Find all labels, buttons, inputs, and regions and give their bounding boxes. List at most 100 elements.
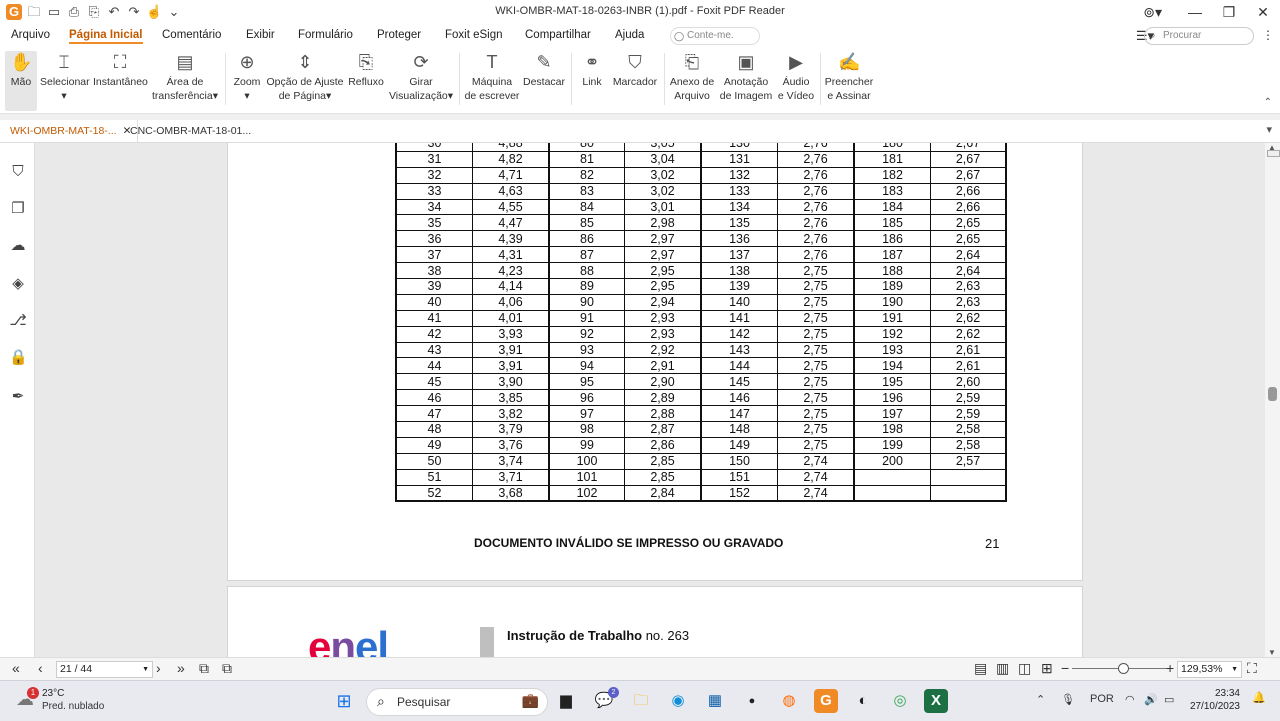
weather-widget[interactable]: ☁ 1 23°C Pred. nublado: [16, 687, 136, 715]
previous-view-icon[interactable]: ⧉: [199, 660, 209, 677]
attachments-panel-icon[interactable]: ⎇: [9, 312, 27, 330]
zoom-button[interactable]: ⊕ Zoom ▾: [231, 51, 263, 111]
highlight-button[interactable]: ✎ Destacar: [523, 51, 565, 111]
bookmarks-panel-icon[interactable]: ⛉: [9, 163, 27, 181]
foxit-logo-icon[interactable]: G: [6, 4, 22, 20]
taskbar-search[interactable]: ⌕ Pesquisar 💼: [366, 688, 548, 716]
menu-ajuda[interactable]: Ajuda: [615, 29, 644, 41]
zoom-out-icon[interactable]: −: [1061, 660, 1069, 676]
next-page-icon[interactable]: ›: [156, 660, 161, 676]
zoom-level-input[interactable]: 129,53% ▼: [1177, 661, 1242, 678]
menu-exibir[interactable]: Exibir: [246, 29, 275, 41]
save-icon[interactable]: ▭: [46, 4, 62, 20]
scroll-thumb[interactable]: [1268, 387, 1277, 401]
firefox-icon[interactable]: ◍: [777, 689, 801, 713]
tab-cnc-document[interactable]: CNC-OMBR-MAT-18-01...: [124, 120, 257, 142]
comments-panel-icon[interactable]: ☁: [9, 237, 27, 255]
last-page-icon[interactable]: »: [177, 660, 185, 676]
rotate-label-2: Visualização▾: [388, 90, 454, 102]
battery-icon[interactable]: ▭: [1164, 693, 1174, 706]
hand-tool-button[interactable]: ✋ Mão: [5, 51, 37, 111]
foxit-app-icon[interactable]: G: [814, 689, 838, 713]
more-options-icon[interactable]: ⋮: [1262, 28, 1274, 42]
tab-wki-document[interactable]: WKI-OMBR-MAT-18-... ✕: [4, 120, 139, 142]
continuous-page-icon[interactable]: ▥: [996, 660, 1009, 677]
menu-formulario[interactable]: Formulário: [298, 29, 353, 41]
select-button[interactable]: ⌶ Selecionar ▾: [40, 51, 90, 111]
microphone-icon[interactable]: 🎙: [1061, 693, 1075, 706]
fullscreen-icon[interactable]: ⛶: [1247, 660, 1257, 677]
wifi-icon[interactable]: ◠: [1125, 693, 1135, 706]
edge-icon[interactable]: ◉: [666, 689, 690, 713]
pages-panel-icon[interactable]: ❐: [9, 200, 27, 218]
open-icon[interactable]: 🗀: [26, 4, 42, 20]
rotate-view-button[interactable]: ⟳ Girar Visualização▾: [388, 51, 454, 111]
fill-sign-button[interactable]: ✍ Preencher e Assinar: [824, 51, 874, 111]
volume-icon[interactable]: 🔊: [1144, 693, 1158, 706]
first-page-icon[interactable]: «: [12, 660, 20, 676]
new-icon[interactable]: ⎘: [86, 4, 102, 20]
zoom-slider-knob[interactable]: [1118, 663, 1129, 674]
menu-comentario[interactable]: Comentário: [162, 29, 221, 41]
snapshot-button[interactable]: ⛶ Instantâneo: [93, 51, 148, 111]
signature-panel-icon[interactable]: ✒: [9, 388, 27, 406]
bookmark-button[interactable]: ⛉ Marcador: [611, 51, 659, 111]
continuous-facing-icon[interactable]: ⊞: [1041, 660, 1053, 677]
redo-icon[interactable]: ↷: [126, 4, 142, 20]
menu-compartilhar[interactable]: Compartilhar: [525, 29, 591, 41]
collapse-ribbon-icon[interactable]: ⌃: [1264, 97, 1272, 108]
link-button[interactable]: ⚭ Link: [577, 51, 607, 111]
ribbon-separator: [664, 53, 665, 105]
zoom-in-icon[interactable]: +: [1166, 660, 1174, 676]
excel-icon[interactable]: X: [924, 689, 948, 713]
zoom-slider[interactable]: [1072, 663, 1168, 674]
undo-icon[interactable]: ↶: [106, 4, 122, 20]
image-annotation-button[interactable]: ▣ Anotação de Imagem: [719, 51, 773, 111]
menu-pagina-inicial[interactable]: Página Inicial: [69, 29, 143, 44]
next-view-icon[interactable]: ⧉: [222, 660, 232, 677]
clipboard-button[interactable]: ▤ Área de transferência▾: [152, 51, 218, 111]
layers-panel-icon[interactable]: ◈: [9, 275, 27, 293]
show-hidden-icons[interactable]: ⌃: [1036, 693, 1045, 706]
minimize-icon[interactable]: —: [1178, 0, 1212, 25]
notifications-icon[interactable]: 🔔: [1252, 691, 1266, 704]
table-cell: 2,75: [777, 421, 855, 438]
tab-list-icon[interactable]: ▾: [1266, 123, 1272, 136]
search-input[interactable]: Procurar: [1144, 27, 1254, 45]
chrome-icon[interactable]: ◎: [888, 689, 912, 713]
obs-icon[interactable]: ◐: [851, 689, 875, 713]
task-view-icon[interactable]: ▆: [554, 689, 578, 713]
customize-icon[interactable]: ⌄: [166, 4, 182, 20]
file-explorer-icon[interactable]: 🗀: [629, 689, 653, 713]
language-indicator[interactable]: POR: [1090, 693, 1114, 705]
file-attachment-button[interactable]: ⎗ Anexo de Arquivo: [668, 51, 716, 111]
hand-tool-icon[interactable]: ☝: [146, 4, 162, 20]
restore-icon[interactable]: ❐: [1212, 0, 1246, 25]
menu-arquivo[interactable]: Arquivo: [11, 29, 50, 41]
split-view-handle[interactable]: [1267, 150, 1280, 157]
user-account-icon[interactable]: ⊚▾: [1143, 4, 1162, 21]
tell-me-input[interactable]: Conte-me.: [670, 27, 760, 45]
menu-foxit-esign[interactable]: Foxit eSign: [445, 29, 503, 41]
windows-start-icon[interactable]: ⊞: [332, 689, 356, 713]
reflow-button[interactable]: ⎘ Refluxo: [347, 51, 385, 111]
page-number-input[interactable]: 21 / 44 ▼: [56, 661, 153, 678]
print-icon[interactable]: ⎙: [66, 4, 82, 20]
store-icon[interactable]: ▦: [703, 689, 727, 713]
vertical-scrollbar[interactable]: ▲ ▼: [1265, 143, 1280, 657]
scroll-down-icon[interactable]: ▼: [1268, 648, 1276, 657]
typewriter-button[interactable]: T Máquina de escrever: [464, 51, 520, 111]
highlight-label: Destacar: [523, 76, 566, 88]
navigation-panel: ⛉ ❐ ☁ ◈ ⎇ 🔒 ✒ ▶: [0, 143, 46, 657]
close-icon[interactable]: ✕: [1246, 0, 1280, 25]
single-page-icon[interactable]: ▤: [974, 660, 987, 677]
dell-icon[interactable]: ●: [740, 689, 764, 713]
menu-proteger[interactable]: Proteger: [377, 29, 421, 41]
security-panel-icon[interactable]: 🔒: [9, 349, 28, 367]
facing-page-icon[interactable]: ◫: [1018, 660, 1031, 677]
page-fit-button[interactable]: ⇕ Opção de Ajuste de Página▾: [266, 51, 344, 111]
previous-page-icon[interactable]: ‹: [38, 660, 43, 676]
system-clock[interactable]: 23:34 27/10/2023: [1190, 687, 1240, 713]
document-view[interactable]: 30 4,88 80 3,05 130 2,76 180 2,67 31 4,82 81 3,04 13…: [35, 143, 1265, 657]
audio-video-button[interactable]: ▶ Áudio e Vídeo: [776, 51, 816, 111]
